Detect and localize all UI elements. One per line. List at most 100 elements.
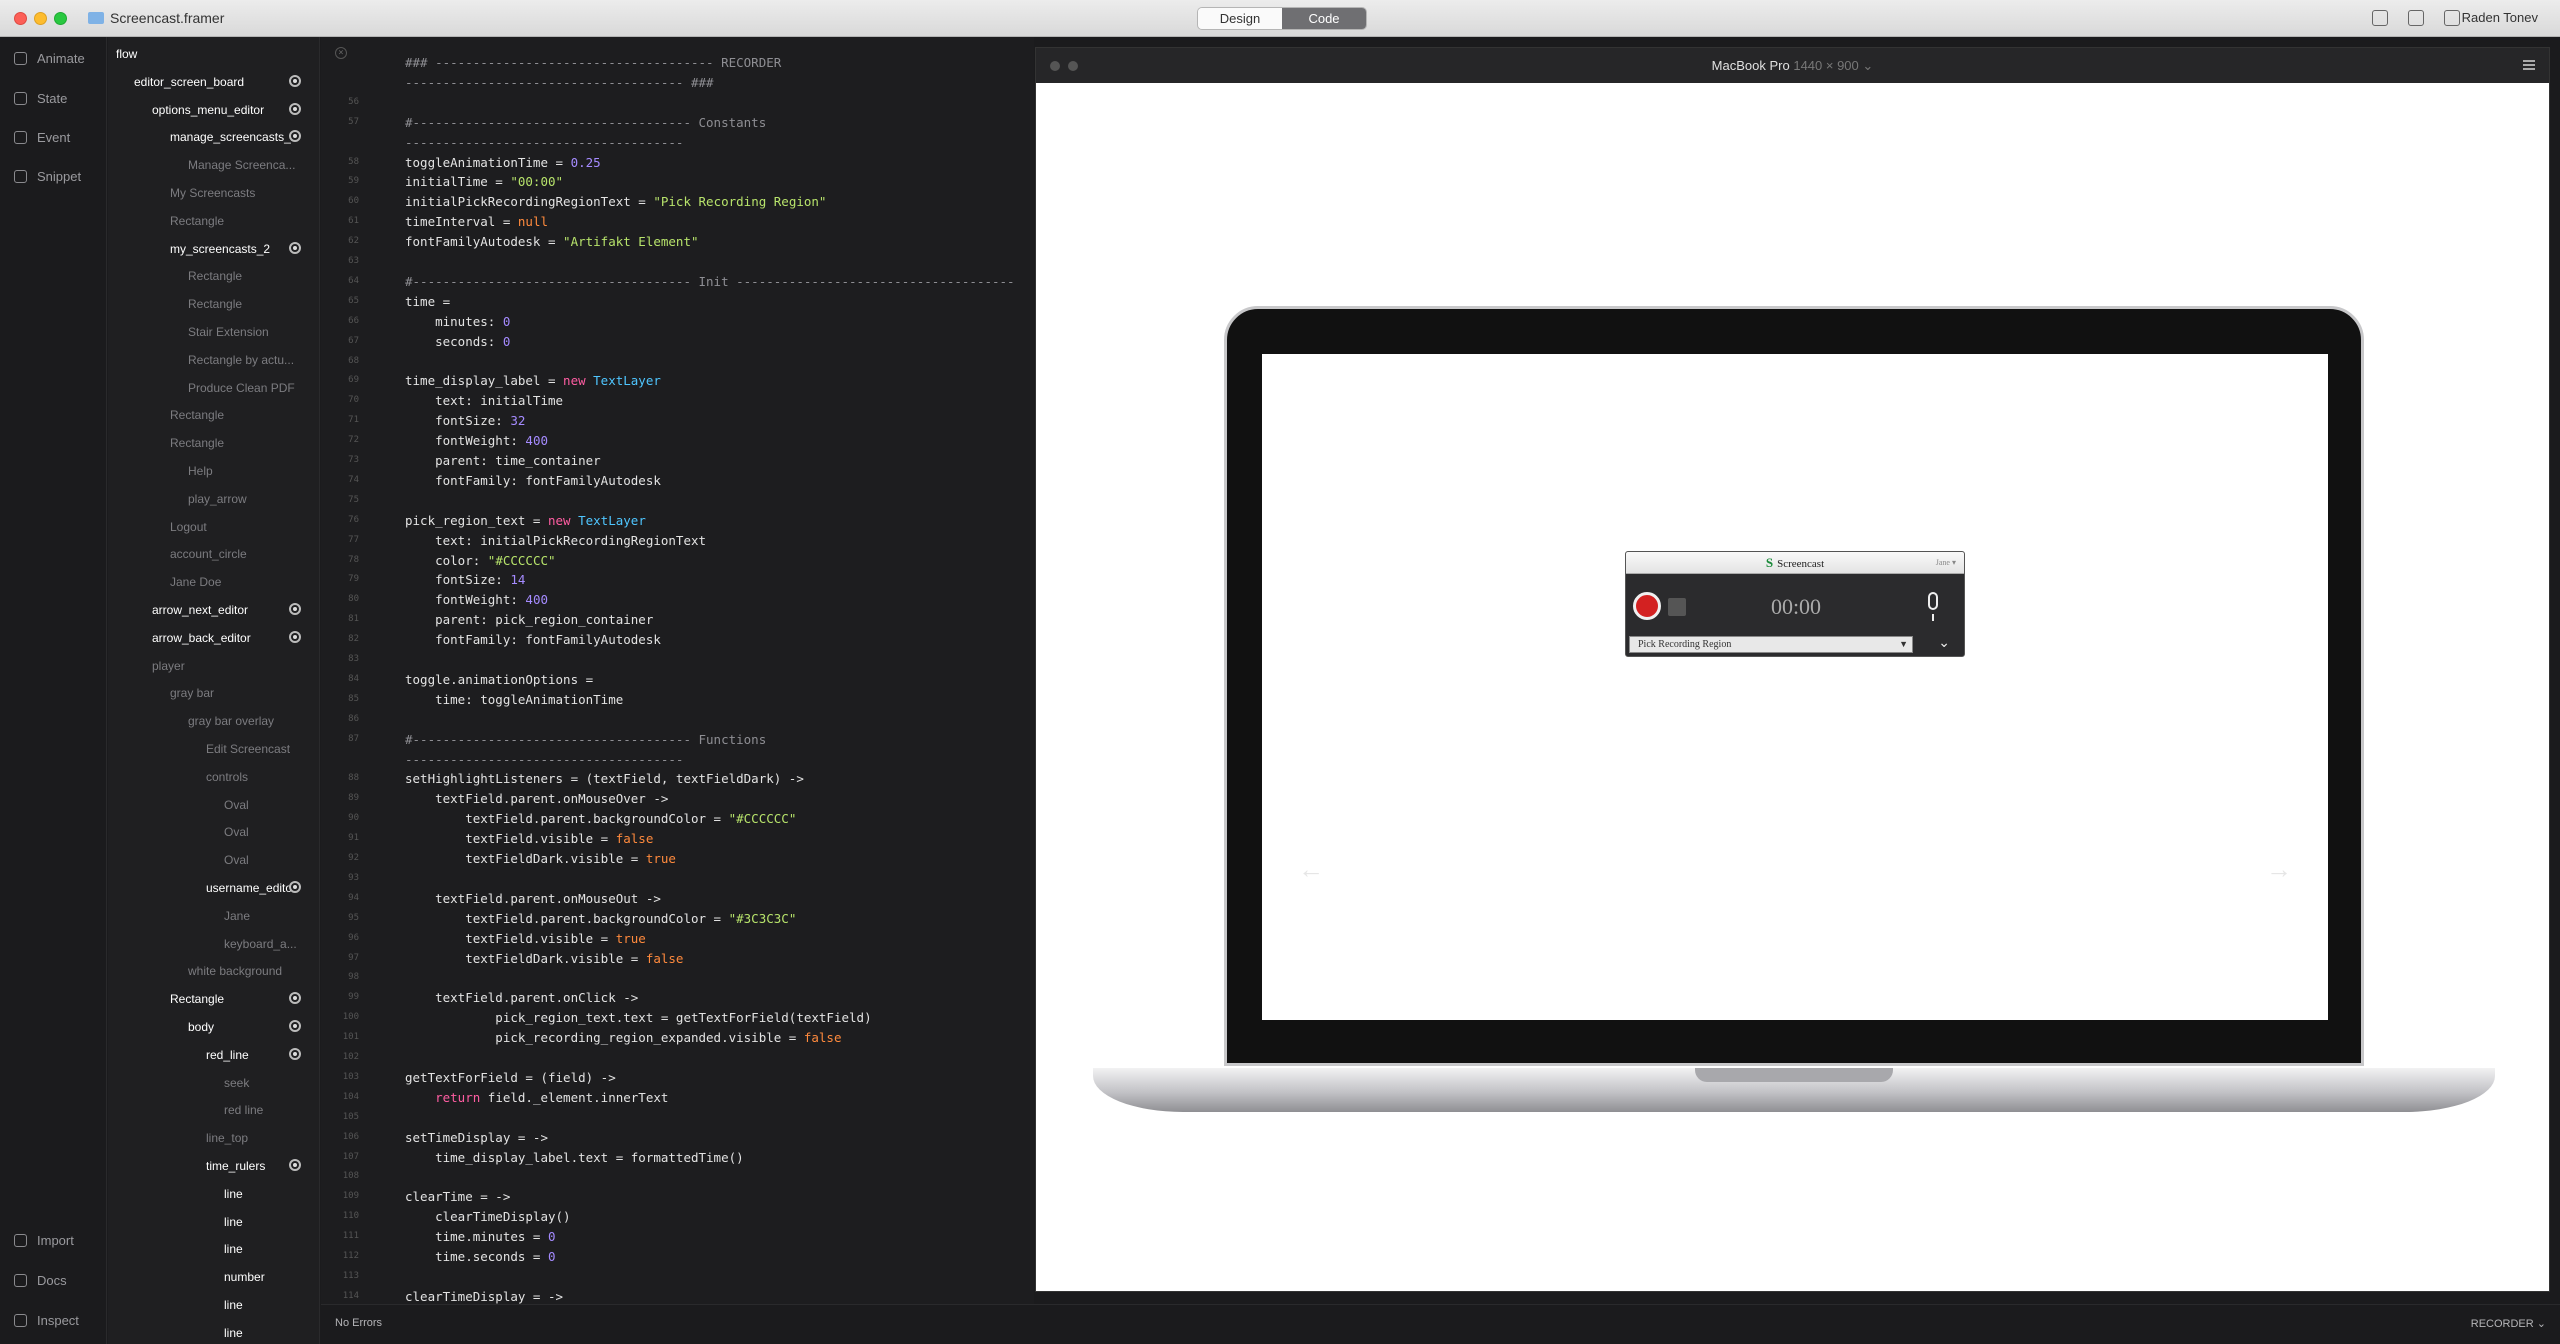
code-line[interactable]: textField.parent.onClick -> (405, 990, 638, 1005)
code-line[interactable]: clearTimeDisplay() (405, 1209, 570, 1224)
design-tab[interactable]: Design (1198, 8, 1282, 29)
layer-item[interactable]: time_rulers (206, 1159, 265, 1173)
layer-item[interactable]: Rectangle (170, 408, 224, 422)
code-line[interactable]: fontWeight: 400 (405, 433, 548, 448)
arrow-next-icon[interactable]: → (2266, 854, 2292, 885)
layer-item[interactable]: line (224, 1215, 243, 1229)
code-line[interactable]: fontFamily: fontFamilyAutodesk (405, 473, 661, 488)
code-line[interactable]: pick_recording_region_expanded.visible =… (405, 1030, 841, 1045)
layer-item[interactable]: gray bar (170, 686, 214, 700)
expand-chevron-icon[interactable]: ⌄ (1938, 634, 1950, 651)
module-label[interactable]: RECORDER ⌄ (2471, 1317, 2546, 1330)
layer-item[interactable]: controls (206, 770, 248, 784)
nav-snippet[interactable]: Snippet (14, 169, 81, 184)
user-name[interactable]: Raden Tonev (2462, 10, 2538, 25)
stop-button[interactable] (1668, 598, 1686, 616)
code-line[interactable]: fontSize: 32 (405, 413, 525, 428)
code-line[interactable]: #------------------------------------- C… (405, 115, 766, 130)
nav-inspect[interactable]: Inspect (14, 1313, 79, 1328)
layer-item[interactable]: editor_screen_board (134, 75, 244, 89)
code-line[interactable]: time.minutes = 0 (405, 1229, 555, 1244)
layer-item[interactable]: line (224, 1242, 243, 1256)
layer-item[interactable]: Jane (224, 909, 250, 923)
code-line[interactable]: color: "#CCCCCC" (405, 553, 555, 568)
code-line[interactable]: textFieldDark.visible = false (405, 951, 683, 966)
layer-item[interactable]: Oval (224, 853, 249, 867)
comment-icon[interactable] (2444, 10, 2460, 26)
close-circle-icon[interactable]: × (335, 47, 347, 59)
cloud-icon[interactable] (2408, 10, 2424, 26)
code-line[interactable]: pick_region_text = new TextLayer (405, 513, 646, 528)
code-line[interactable]: clearTimeDisplay = -> (405, 1289, 563, 1304)
layer-item[interactable]: arrow_back_editor (152, 631, 251, 645)
layer-item[interactable]: line_top (206, 1131, 248, 1145)
layer-state-icon[interactable] (289, 630, 301, 643)
layer-item[interactable]: My Screencasts (170, 186, 255, 200)
record-button[interactable] (1633, 592, 1661, 620)
layer-item[interactable]: arrow_next_editor (152, 603, 248, 617)
layer-state-icon[interactable] (289, 102, 301, 115)
code-line[interactable]: fontSize: 14 (405, 572, 525, 587)
layer-item[interactable]: Oval (224, 825, 249, 839)
code-line[interactable]: time_display_label = new TextLayer (405, 373, 661, 388)
layer-item[interactable]: red line (224, 1103, 263, 1117)
code-line[interactable]: ### ------------------------------------… (405, 55, 781, 70)
layer-item[interactable]: Stair Extension (188, 325, 269, 339)
code-line[interactable]: time_display_label.text = formattedTime(… (405, 1150, 744, 1165)
region-select[interactable]: Pick Recording Region ▼ (1629, 636, 1913, 653)
layer-item[interactable]: flow (116, 47, 137, 61)
code-line[interactable]: minutes: 0 (405, 314, 510, 329)
nav-state[interactable]: State (14, 91, 67, 106)
layer-item[interactable]: line (224, 1326, 243, 1340)
layer-item[interactable]: Rectangle (188, 269, 242, 283)
maximize-window-button[interactable] (54, 12, 67, 25)
widget-user[interactable]: Jane ▾ (1936, 552, 1956, 574)
code-line[interactable]: timeInterval = null (405, 214, 548, 229)
code-line[interactable]: #------------------------------------- I… (405, 274, 1015, 289)
code-line[interactable]: textFieldDark.visible = true (405, 851, 676, 866)
layer-state-icon[interactable] (289, 1020, 301, 1032)
code-line[interactable]: fontWeight: 400 (405, 592, 548, 607)
code-line[interactable]: seconds: 0 (405, 334, 510, 349)
nav-animate[interactable]: Animate (14, 51, 85, 66)
code-line[interactable]: textField.visible = false (405, 831, 653, 846)
layer-item[interactable]: Oval (224, 798, 249, 812)
layer-item[interactable]: gray bar overlay (188, 714, 274, 728)
code-line[interactable]: fontFamilyAutodesk = "Artifakt Element" (405, 234, 699, 249)
code-line[interactable]: pick_region_text.text = getTextForField(… (405, 1010, 871, 1025)
code-line[interactable]: fontFamily: fontFamilyAutodesk (405, 632, 661, 647)
layer-item[interactable]: play_arrow (188, 492, 247, 506)
layer-item[interactable]: my_screencasts_2 (170, 242, 270, 256)
code-line[interactable]: time = (405, 294, 450, 309)
layer-item[interactable]: red_line (206, 1048, 249, 1062)
hamburger-menu-icon[interactable] (2523, 60, 2535, 70)
layer-item[interactable]: Jane Doe (170, 575, 221, 589)
code-line[interactable]: textField.visible = true (405, 931, 646, 946)
layer-state-icon[interactable] (289, 992, 301, 1005)
layer-item[interactable]: white background (188, 964, 282, 978)
device-selector[interactable]: MacBook Pro 1440 × 900 ⌄ (1036, 58, 2549, 74)
layer-state-icon[interactable] (289, 881, 301, 893)
layer-item[interactable]: manage_screencasts_2 (170, 130, 297, 144)
code-tab[interactable]: Code (1282, 8, 1366, 29)
code-line[interactable]: ------------------------------------- ##… (405, 75, 714, 90)
layer-item[interactable]: username_editor (206, 881, 296, 895)
layer-item[interactable]: Help (188, 464, 213, 478)
layer-item[interactable]: Rectangle (170, 992, 224, 1006)
layer-state-icon[interactable] (289, 603, 301, 615)
layer-item[interactable]: Rectangle (170, 436, 224, 450)
layer-item[interactable]: seek (224, 1076, 249, 1090)
layer-item[interactable]: Rectangle (188, 297, 242, 311)
layer-item[interactable]: line (224, 1298, 243, 1312)
code-line[interactable]: toggleAnimationTime = 0.25 (405, 155, 601, 170)
arrow-back-icon[interactable]: ← (1298, 854, 1324, 885)
layer-item[interactable]: Manage Screenca... (188, 158, 295, 172)
layer-item[interactable]: number (224, 1270, 265, 1284)
code-line[interactable]: ------------------------------------- (405, 752, 683, 767)
layer-state-icon[interactable] (289, 1047, 301, 1060)
layer-state-icon[interactable] (289, 1159, 301, 1171)
layer-item[interactable]: Rectangle (170, 214, 224, 228)
close-window-button[interactable] (14, 12, 27, 25)
code-line[interactable]: time: toggleAnimationTime (405, 692, 623, 707)
layer-state-icon[interactable] (289, 130, 301, 143)
